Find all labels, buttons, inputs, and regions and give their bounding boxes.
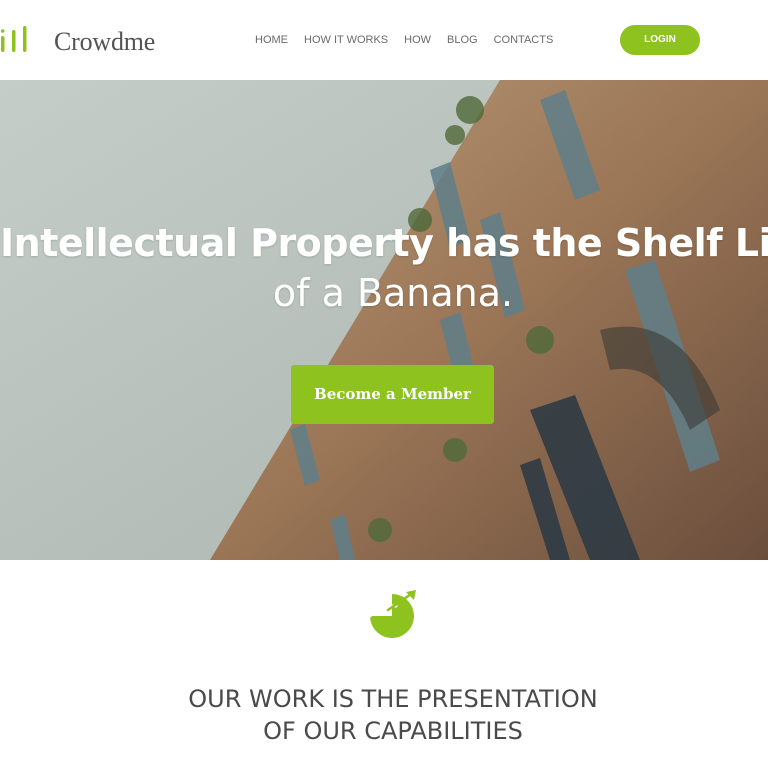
- hero-banner: Intellectual Property has the Shelf Life…: [0, 80, 768, 560]
- nav-how[interactable]: HOW: [404, 33, 431, 47]
- become-member-button[interactable]: Become a Member: [291, 365, 494, 424]
- hero-background-image: [0, 80, 768, 560]
- main-nav: HOME HOW IT WORKS HOW BLOG CONTACTS: [255, 33, 553, 47]
- nav-home[interactable]: HOME: [255, 33, 288, 47]
- nav-contacts[interactable]: CONTACTS: [494, 33, 554, 47]
- section-heading: OUR WORK IS THE PRESENTATION OF OUR CAPA…: [0, 683, 768, 747]
- bar-chart-logo-icon[interactable]: [0, 24, 30, 54]
- hero-subtitle: of a Banana.: [272, 271, 514, 315]
- section-heading-line2: OF OUR CAPABILITIES: [263, 717, 523, 745]
- growth-chart-icon: [368, 590, 416, 638]
- hero-title: Intellectual Property has the Shelf Life: [0, 221, 768, 265]
- login-button[interactable]: LOGIN: [620, 25, 700, 55]
- nav-how-it-works[interactable]: HOW IT WORKS: [304, 33, 388, 47]
- site-header: Crowdme HOME HOW IT WORKS HOW BLOG CONTA…: [0, 0, 768, 80]
- section-heading-line1: OUR WORK IS THE PRESENTATION: [188, 685, 598, 713]
- nav-blog[interactable]: BLOG: [447, 33, 478, 47]
- logo-text[interactable]: Crowdme: [54, 26, 155, 58]
